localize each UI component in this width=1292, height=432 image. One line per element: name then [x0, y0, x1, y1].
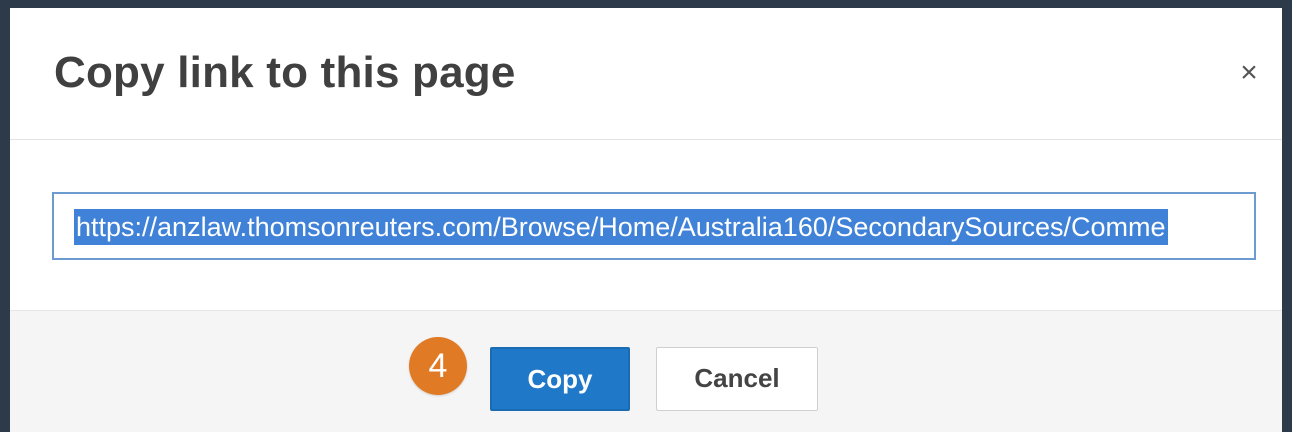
- step-number-badge: 4: [409, 337, 467, 395]
- link-url-text[interactable]: https://anzlaw.thomsonreuters.com/Browse…: [74, 209, 1168, 245]
- dialog-title: Copy link to this page: [54, 48, 516, 97]
- window-border-right: [1282, 0, 1292, 432]
- copy-link-dialog: Copy link to this page × https://anzlaw.…: [10, 8, 1282, 432]
- window-border-left: [0, 0, 10, 432]
- screenshot-frame: Copy link to this page × https://anzlaw.…: [0, 0, 1292, 432]
- dialog-body: https://anzlaw.thomsonreuters.com/Browse…: [10, 140, 1282, 310]
- cancel-button[interactable]: Cancel: [656, 347, 818, 411]
- close-icon[interactable]: ×: [1234, 58, 1264, 88]
- dialog-footer: 4 Copy Cancel: [10, 310, 1282, 432]
- window-border-top: [0, 0, 1292, 8]
- link-url-field[interactable]: https://anzlaw.thomsonreuters.com/Browse…: [52, 192, 1256, 260]
- copy-button[interactable]: Copy: [490, 347, 630, 411]
- dialog-header: Copy link to this page ×: [10, 8, 1282, 140]
